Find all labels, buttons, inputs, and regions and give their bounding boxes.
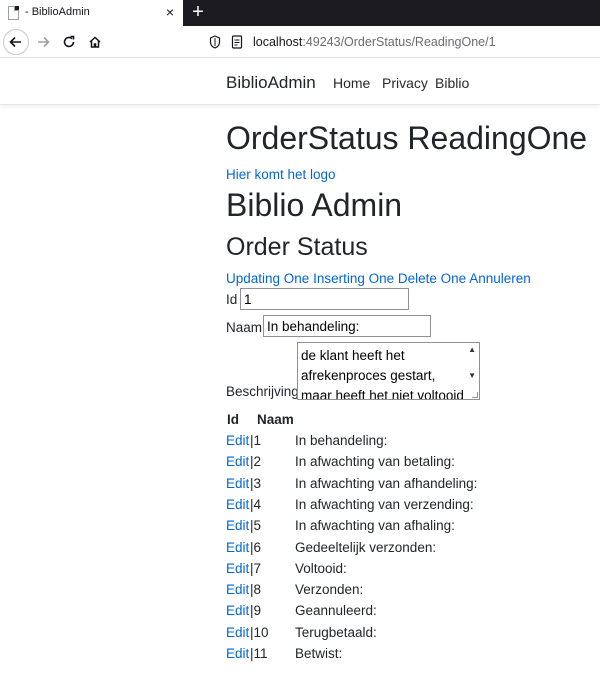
edit-link[interactable]: Edit <box>226 454 249 469</box>
id-label: Id <box>226 292 238 307</box>
edit-link[interactable]: Edit <box>226 625 249 640</box>
row-naam: In behandeling: <box>295 433 388 448</box>
reload-button[interactable] <box>56 29 82 55</box>
logo-link[interactable]: Hier komt het logo <box>226 167 336 182</box>
row-naam: In afwachting van afhaling: <box>295 518 455 534</box>
address-bar[interactable]: localhost:49243/OrderStatus/ReadingOne/1 <box>203 29 600 55</box>
row-naam: In afwachting van betaling: <box>295 454 455 470</box>
back-button[interactable] <box>3 29 29 55</box>
new-tab-icon[interactable]: + <box>188 1 208 23</box>
arrow-right-icon <box>38 36 50 48</box>
table-row: Edit |8 Verzonden: <box>226 582 600 602</box>
url-text[interactable]: localhost:49243/OrderStatus/ReadingOne/1 <box>253 35 496 49</box>
row-naam: In afwachting van verzending: <box>295 496 474 512</box>
tab-title: - BiblioAdmin <box>25 6 90 18</box>
row-id: |10 <box>250 624 269 640</box>
edit-link[interactable]: Edit <box>226 433 249 448</box>
resize-handle-icon[interactable] <box>472 392 478 398</box>
row-id: |4 <box>250 496 262 512</box>
page-info-icon[interactable] <box>231 35 243 49</box>
nav-link-biblio[interactable]: Biblio <box>435 75 469 91</box>
table-row: Edit |7 Voltooid: <box>226 561 600 581</box>
url-path: :49243/OrderStatus/ReadingOne/1 <box>302 35 496 49</box>
edit-link[interactable]: Edit <box>226 582 249 597</box>
beschrijving-text: de klant heeft het afrekenproces gestart… <box>301 348 464 400</box>
nav-link-privacy[interactable]: Privacy <box>382 75 428 91</box>
table-row: Edit |9 Geannuleerd: <box>226 603 600 623</box>
row-id: |6 <box>250 539 262 555</box>
row-naam: Geannuleerd: <box>295 603 377 619</box>
close-tab-icon[interactable]: × <box>162 4 178 20</box>
reload-icon <box>63 35 75 48</box>
nav-link-home[interactable]: Home <box>333 75 370 91</box>
brand-link[interactable]: BiblioAdmin <box>226 73 316 93</box>
edit-link[interactable]: Edit <box>226 518 249 533</box>
page-icon <box>8 6 19 20</box>
beschrijving-textarea[interactable]: de klant heeft het afrekenproces gestart… <box>297 342 480 400</box>
edit-link[interactable]: Edit <box>226 646 249 661</box>
table-row: Edit |11 Betwist: <box>226 646 600 666</box>
arrow-left-icon <box>9 36 21 48</box>
row-id: |9 <box>250 603 262 619</box>
edit-link[interactable]: Edit <box>226 497 249 512</box>
row-naam: Voltooid: <box>295 560 347 576</box>
delete-one-link[interactable]: Delete One <box>398 271 466 286</box>
browser-tab[interactable]: - BiblioAdmin × <box>0 0 183 26</box>
row-id: |1 <box>250 433 262 448</box>
app-heading: Biblio Admin <box>226 187 403 223</box>
naam-field[interactable] <box>263 315 431 337</box>
row-id: |8 <box>250 582 262 598</box>
home-button[interactable] <box>82 29 108 55</box>
id-field[interactable] <box>240 288 409 310</box>
textarea-scrollbar[interactable]: ▲ ▼ <box>465 343 479 399</box>
table-row: Edit |10 Terugbetaald: <box>226 625 600 645</box>
table-row: Edit |2 In afwachting van betaling: <box>226 454 600 474</box>
action-links: Updating One Inserting One Delete One An… <box>226 271 531 286</box>
table-row: Edit |6 Gedeeltelijk verzonden: <box>226 540 600 560</box>
section-heading: Order Status <box>226 233 368 261</box>
page-title: OrderStatus ReadingOne <box>226 120 588 156</box>
home-icon <box>89 36 101 48</box>
table-row: Edit |4 In afwachting van verzending: <box>226 497 600 517</box>
row-naam: Verzonden: <box>295 582 364 598</box>
row-naam: In afwachting van afhandeling: <box>295 475 478 491</box>
table-row: Edit |5 In afwachting van afhaling: <box>226 518 600 538</box>
site-navbar: BiblioAdmin Home Privacy Biblio <box>0 59 600 105</box>
table-row: Edit |3 In afwachting van afhandeling: <box>226 476 600 496</box>
edit-link[interactable]: Edit <box>226 540 249 555</box>
column-header-id: Id <box>227 412 239 427</box>
row-id: |7 <box>250 560 262 576</box>
annuleren-link[interactable]: Annuleren <box>469 271 531 286</box>
forward-button[interactable] <box>30 29 56 55</box>
row-id: |2 <box>250 454 262 470</box>
row-naam: Terugbetaald: <box>295 624 377 640</box>
beschrijving-label: Beschrijving <box>226 384 299 399</box>
shield-icon[interactable] <box>209 35 221 49</box>
row-id: |11 <box>250 646 268 661</box>
edit-link[interactable]: Edit <box>226 561 249 576</box>
edit-link[interactable]: Edit <box>226 476 249 491</box>
row-id: |3 <box>250 475 262 491</box>
edit-link[interactable]: Edit <box>226 603 249 618</box>
naam-label: Naam <box>226 320 263 335</box>
row-id: |5 <box>250 518 262 534</box>
scroll-up-icon[interactable]: ▲ <box>468 345 476 354</box>
row-naam: Gedeeltelijk verzonden: <box>295 539 437 555</box>
row-naam: Betwist: <box>295 646 343 661</box>
inserting-one-link[interactable]: Inserting One <box>313 271 394 286</box>
column-header-naam: Naam <box>257 412 294 427</box>
browser-tab-bar: - BiblioAdmin × + <box>0 0 600 26</box>
table-row: Edit |1 In behandeling: <box>226 433 600 453</box>
updating-one-link[interactable]: Updating One <box>226 271 309 286</box>
url-host: localhost <box>253 35 303 49</box>
scroll-down-icon[interactable]: ▼ <box>468 371 476 380</box>
browser-toolbar: localhost:49243/OrderStatus/ReadingOne/1 <box>0 26 600 58</box>
